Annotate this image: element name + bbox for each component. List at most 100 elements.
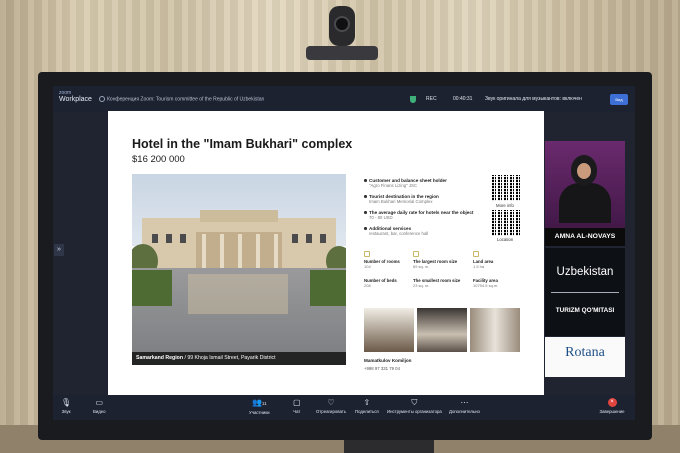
react-label: Отреагировать	[316, 409, 346, 414]
video-label: Видео	[93, 409, 106, 414]
host-tools-button[interactable]: ⛉ Инструменты организатора	[387, 397, 442, 416]
stat-beds: Number of beds 208	[364, 278, 416, 288]
window	[292, 234, 298, 243]
qr-label: Location	[497, 237, 514, 242]
uzbekistan-tourism-tile[interactable]: Uzbekistan TURIZM QO'MITASI	[545, 248, 625, 336]
bullet	[364, 179, 367, 182]
speaker-video-tile[interactable]: AMNA AL-NOVAYS	[545, 141, 625, 246]
share-button[interactable]: ⇧ Поделиться	[355, 397, 379, 416]
lawn	[310, 270, 346, 306]
participants-count: 11	[261, 401, 267, 406]
camera-mount	[306, 46, 378, 60]
view-button[interactable]: Вид	[610, 94, 628, 105]
bullet	[364, 195, 367, 198]
participants-icon: 👥11	[251, 398, 267, 407]
stat-smallest-room: The smallest room size 23 sq. m.	[413, 278, 465, 288]
stat-value: 69 sq. m.	[413, 264, 430, 269]
microphone-icon: 🎙	[61, 398, 72, 407]
info-item: Additional services restaurant, bar, conf…	[364, 226, 492, 236]
stat-facility-area: Facility area 10794.5 sq.m.	[473, 278, 525, 288]
contact-phone: +998 97 331 79 04	[364, 366, 400, 371]
end-meeting-button[interactable]: × Завершение	[599, 398, 625, 416]
chat-icon: ▢	[293, 398, 301, 407]
participants-label: Участники	[249, 410, 270, 415]
stat-land-area: Land area 1.5 ha	[473, 251, 525, 269]
video-camera-icon: ▭	[95, 398, 104, 407]
chat-label: Чат	[293, 409, 301, 414]
speaker-name: AMNA AL-NOVAYS	[545, 228, 625, 246]
stat-largest-room: The largest room size 69 sq. m.	[413, 251, 465, 269]
close-icon: ×	[607, 398, 617, 407]
more-button[interactable]: ⋯ Дополнительно	[449, 397, 480, 416]
participants-button[interactable]: 👥11 Участники	[249, 397, 270, 417]
window	[320, 234, 326, 243]
audio-button[interactable]: 🎙 Звук	[61, 397, 71, 416]
hotel-roof	[200, 210, 278, 222]
recording-indicator[interactable]: REC	[426, 96, 437, 102]
contact-name: Mamatkulov Komiljon	[364, 358, 412, 363]
react-button[interactable]: ♡ Отреагировать	[316, 397, 346, 416]
info-value: "Agro Finans Lizing" JSC	[369, 183, 417, 188]
window	[180, 234, 186, 243]
end-meeting-label: Завершение	[599, 409, 625, 414]
info-item: Tourist destination in the region Imam Bu…	[364, 194, 492, 204]
expand-left-chevron-icon[interactable]: »	[54, 244, 64, 256]
slide-title: Hotel in the "Imam Bukhari" complex	[132, 137, 353, 151]
meeting-title: Конференция Zoom: Tourism committee of t…	[99, 96, 264, 102]
stat-rooms: Number of rooms 104	[364, 251, 416, 269]
bedroom-thumbnail	[417, 308, 467, 352]
info-item: Customer and balance sheet holder "Agro F…	[364, 178, 492, 188]
divider	[551, 292, 619, 293]
original-sound-notice[interactable]: Звук оригинала для музыкантов: включен	[485, 96, 582, 102]
column	[238, 234, 242, 268]
tourism-committee-text: TURIZM QO'MITASI	[555, 307, 615, 314]
stat-icon	[413, 251, 419, 257]
share-label: Поделиться	[355, 409, 379, 414]
host-tools-label: Инструменты организатора	[387, 409, 442, 414]
lawn	[132, 270, 172, 306]
uzbekistan-logo-text: Uzbekistan	[556, 266, 614, 278]
more-label: Дополнительно	[449, 409, 480, 414]
zoom-top-bar: zoom Workplace Конференция Zoom: Tourism…	[53, 86, 635, 112]
shield-icon: ⛉	[411, 398, 418, 407]
stat-value: 208	[364, 283, 371, 288]
window	[152, 234, 158, 243]
stat-value: 23 sq. m.	[413, 283, 430, 288]
photo-caption: Samarkand Region / 99 Khoja Ismail Stree…	[132, 352, 346, 365]
caption-address: / 99 Khoja Ismail Street, Payarik Distri…	[183, 355, 276, 361]
speaker-face	[577, 163, 591, 179]
share-icon: ⇧	[363, 398, 371, 407]
meeting-timer: 00:40:31	[453, 96, 473, 102]
bullet	[364, 227, 367, 230]
corridor-thumbnail	[470, 308, 520, 352]
security-shield-icon[interactable]	[410, 96, 416, 103]
column	[256, 234, 260, 268]
meeting-toolbar: 🎙 Звук ▭ Видео 👥11 Участники ▢ Чат ♡ Отреагир…	[53, 395, 635, 420]
hotel-photo: Samarkand Region / 99 Khoja Ismail Stree…	[132, 174, 346, 365]
video-button[interactable]: ▭ Видео	[93, 397, 106, 416]
column	[202, 234, 206, 268]
participant-gallery: AMNA AL-NOVAYS Uzbekistan TURIZM QO'MITA…	[545, 141, 625, 386]
stat-value: 10794.5 sq.m.	[473, 283, 499, 288]
audio-label: Звук	[61, 409, 71, 414]
tv-stand	[344, 440, 434, 453]
chat-button[interactable]: ▢ Чат	[293, 397, 301, 416]
info-value: 70 - 80 USD	[369, 215, 393, 220]
info-icon[interactable]	[99, 96, 105, 102]
meeting-title-text: Конференция Zoom: Tourism committee of t…	[107, 96, 265, 103]
window	[166, 234, 172, 243]
rotana-logo: Rotana	[565, 345, 605, 360]
plaza-reflection	[188, 274, 288, 314]
camera-lens	[334, 16, 350, 32]
caption-region: Samarkand Region	[136, 355, 183, 361]
shared-slide: Hotel in the "Imam Bukhari" complex $16 …	[108, 111, 544, 395]
info-item: The average daily rate for hotels near t…	[364, 210, 492, 220]
speaker-body	[559, 183, 611, 223]
qr-label: More info	[496, 203, 514, 208]
rotana-tile[interactable]: Rotana	[545, 337, 625, 377]
stat-value: 104	[364, 264, 371, 269]
window	[306, 234, 312, 243]
staircase-thumbnail	[364, 308, 414, 352]
slide-price: $16 200 000	[132, 154, 185, 165]
stat-icon	[364, 251, 370, 257]
